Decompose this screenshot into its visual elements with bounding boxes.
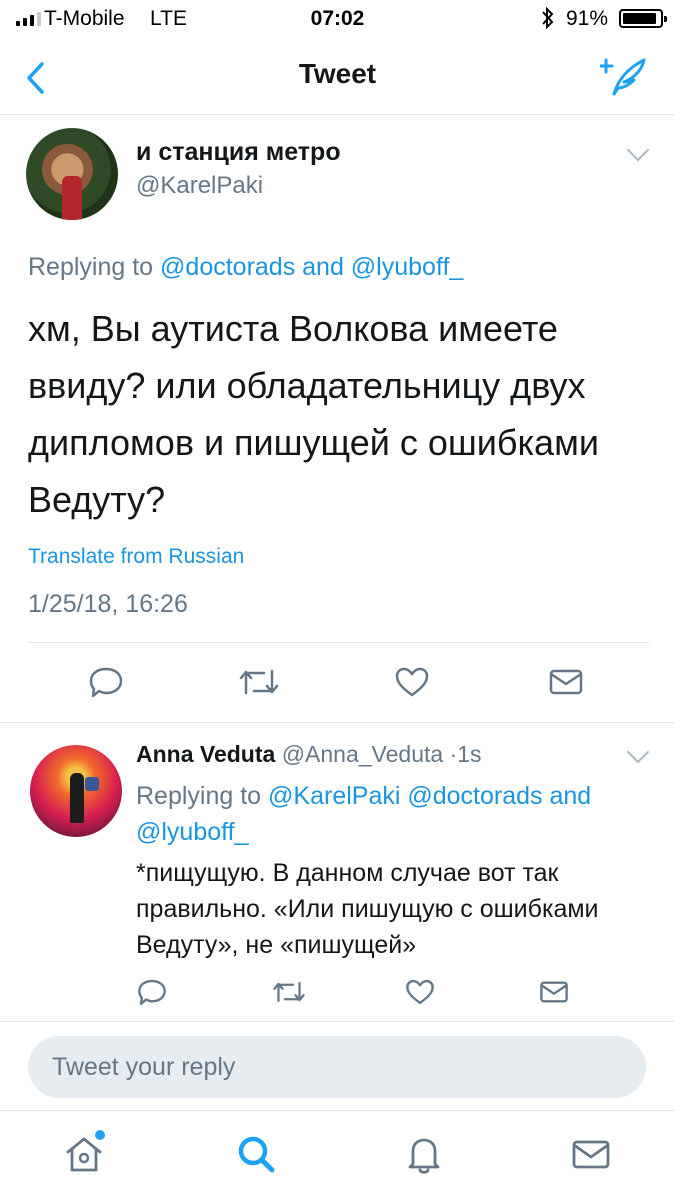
direct-message-icon [549,669,583,695]
reply-button[interactable] [84,660,128,704]
tabbar-divider [0,1110,675,1111]
tweet-action-bar [0,660,675,706]
search-icon [238,1136,275,1173]
chevron-down-icon[interactable] [626,740,650,764]
section-divider [0,722,675,723]
status-bar: T-Mobile LTE 07:02 91% [0,0,675,40]
direct-message-button[interactable] [532,970,576,1014]
reply-display-name[interactable]: Anna Veduta [136,741,275,767]
avatar[interactable] [30,745,122,837]
replying-to-mentions[interactable]: @doctorads and @lyuboff_ [160,253,463,281]
retweet-button[interactable] [237,660,281,704]
avatar[interactable] [26,128,118,220]
reply-time: 1s [457,741,482,767]
compose-tweet-button[interactable] [598,56,648,98]
retweet-button[interactable] [267,970,311,1014]
battery-percentage: 91% [566,7,609,30]
tab-search[interactable] [232,1130,280,1178]
author-handle[interactable]: @KarelPaki [136,172,263,200]
direct-message-icon [540,981,568,1003]
retweet-icon [239,669,279,695]
tweet-text: хм, Вы аутиста Волкова имеете ввиду? или… [28,308,599,520]
notifications-icon [408,1138,440,1174]
replying-to: Replying to @doctorads and @lyuboff_ [28,253,463,282]
reply-icon [89,667,123,698]
replying-to: Replying to @KarelPaki @doctorads and @l… [136,778,656,850]
author-display-name[interactable]: и станция метро [136,138,341,167]
reply-text: *пищущую. В данном случае вот так правил… [136,859,599,959]
header-divider [0,114,675,115]
reply-author-line: Anna Veduta @Anna_Veduta ·1s [136,741,482,768]
tweet-divider [28,642,650,643]
tweet-timestamp: 1/25/18, 16:26 [28,590,188,618]
reply-handle[interactable]: @Anna_Veduta [282,741,443,767]
chevron-down-icon[interactable] [626,138,650,162]
tab-messages[interactable] [567,1130,615,1178]
reply-icon [138,979,166,1005]
compose-tweet-icon [598,58,646,96]
reply-placeholder: Tweet your reply [52,1053,236,1081]
replying-prefix: Replying to [136,782,262,810]
retweet-icon [273,981,305,1003]
tab-notifications[interactable] [400,1130,448,1178]
like-icon [395,667,429,697]
like-button[interactable] [390,660,434,704]
battery-icon [619,9,667,28]
bluetooth-icon [540,6,556,36]
messages-icon [572,1140,610,1169]
direct-message-button[interactable] [544,660,588,704]
new-content-indicator [95,1130,105,1140]
reply-action-bar [0,970,675,1014]
page-title: Tweet [298,58,377,89]
like-button[interactable] [398,970,442,1014]
like-icon [406,979,434,1005]
translate-link[interactable]: Translate from Russian [28,545,244,569]
reply-button[interactable] [130,970,174,1014]
reply-input[interactable]: Tweet your reply [28,1036,646,1098]
replying-prefix: Replying to [28,253,154,281]
section-divider [0,1021,675,1022]
